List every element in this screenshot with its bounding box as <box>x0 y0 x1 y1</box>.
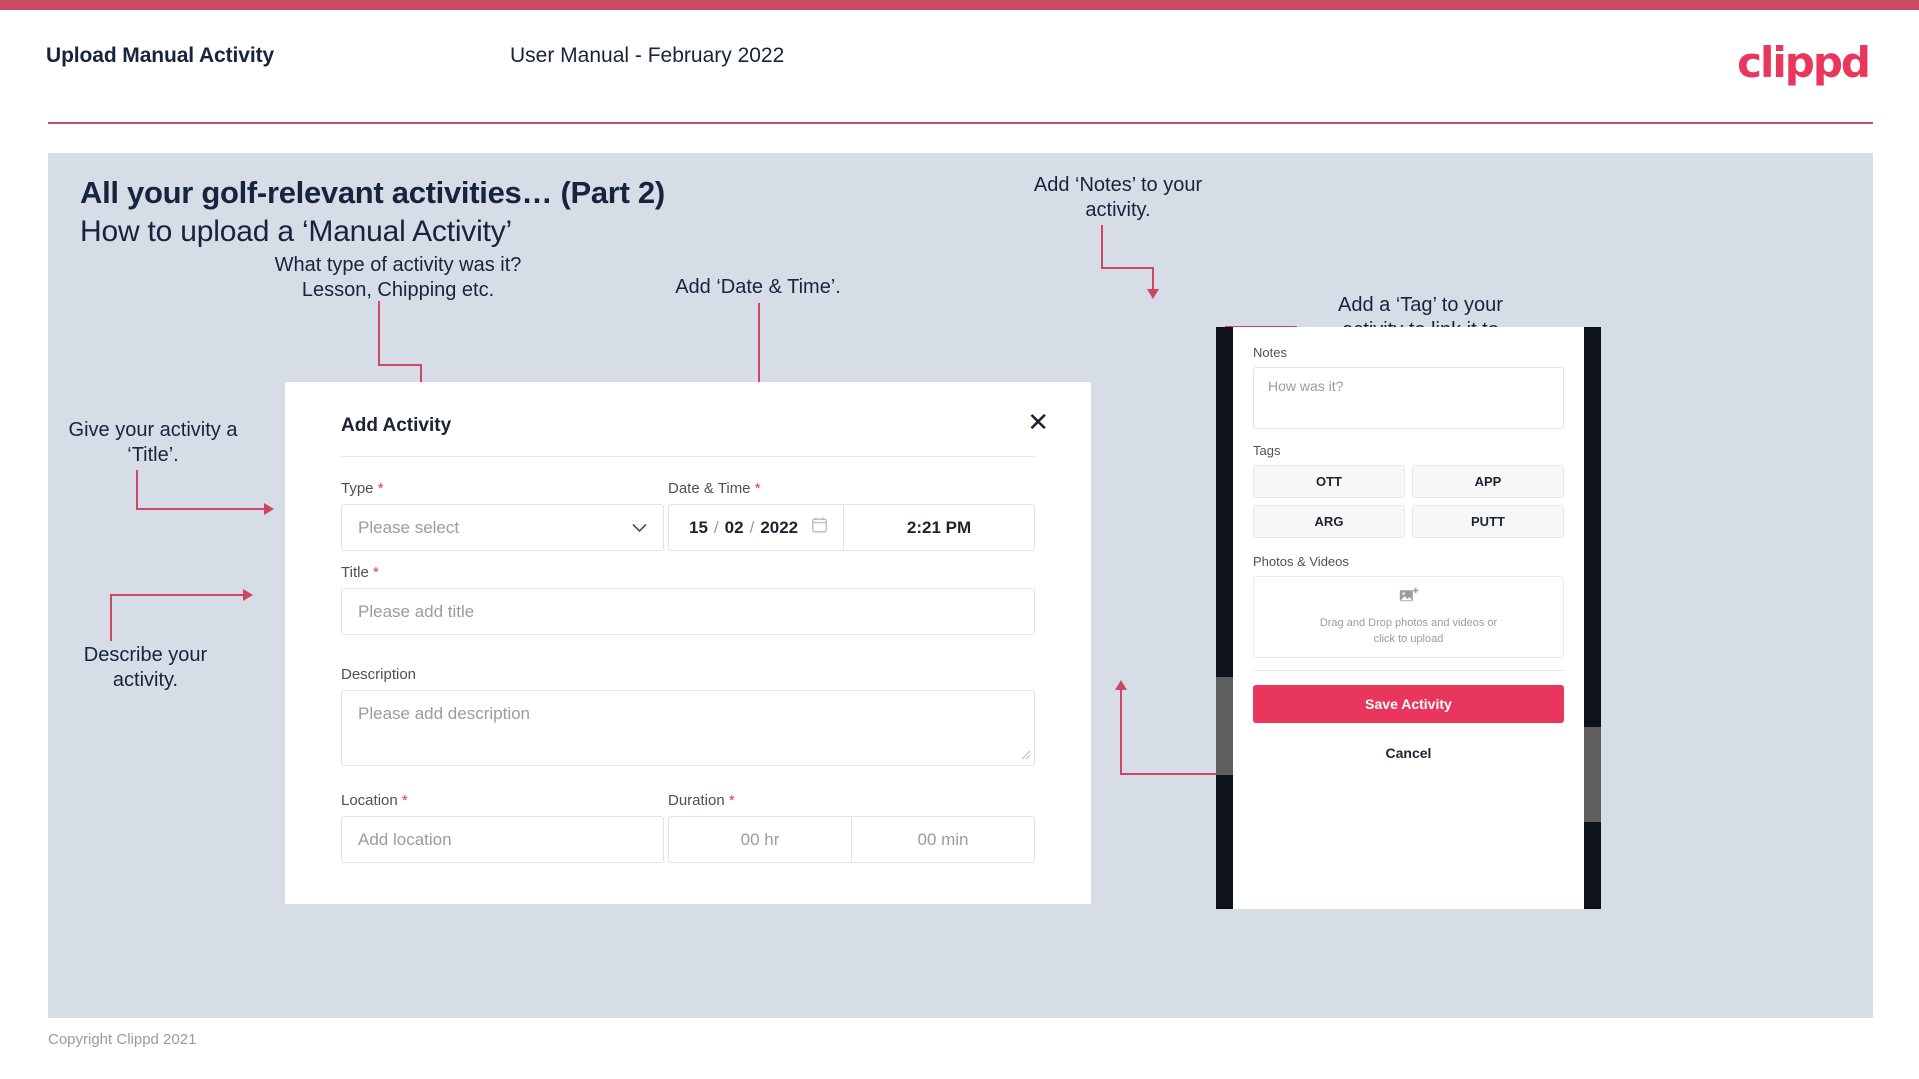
annotation-description: Describe your activity. <box>83 644 208 691</box>
phone-mockup: Notes How was it? Tags OTT APP ARG PUTT … <box>1216 327 1601 909</box>
type-placeholder: Please select <box>358 517 460 537</box>
datetime-label-text: Date & Time <box>668 480 751 497</box>
date-sep-2: / <box>749 517 755 537</box>
duration-label-text: Duration <box>668 792 725 809</box>
phone-bezel-left <box>1216 327 1233 909</box>
datetime-field[interactable]: 15 / 02 / 2022 2:21 PM <box>668 504 1035 551</box>
connector-type-h <box>378 364 422 366</box>
title-input[interactable]: Please add title <box>341 588 1035 635</box>
save-activity-button[interactable]: Save Activity <box>1253 685 1564 723</box>
page-title: Upload Manual Activity <box>46 44 275 67</box>
tag-app-button[interactable]: APP <box>1412 465 1564 498</box>
annotation-type: What type of activity was it? Lesson, Ch… <box>274 254 522 301</box>
notes-textarea[interactable]: How was it? <box>1253 367 1564 429</box>
type-required-marker: * <box>377 480 384 497</box>
tag-putt-button[interactable]: PUTT <box>1412 505 1564 538</box>
clippd-logo: clippd <box>1737 38 1871 87</box>
tag-ott-button[interactable]: OTT <box>1253 465 1405 498</box>
slide-title: All your golf-relevant activities… (Part… <box>80 175 665 210</box>
add-image-icon <box>1399 587 1419 610</box>
annotation-title: Give your activity a ‘Title’. <box>68 419 238 466</box>
photo-upload-dropzone[interactable]: Drag and Drop photos and videos or click… <box>1253 576 1564 658</box>
tags-label: Tags <box>1253 443 1281 458</box>
add-activity-dialog: Add Activity ✕ Type * Please select Date… <box>285 382 1091 904</box>
duration-label: Duration * <box>668 792 735 809</box>
duration-hours-input[interactable]: 00 hr <box>669 817 852 862</box>
location-required-marker: * <box>401 792 408 809</box>
top-accent-bar <box>0 0 1919 10</box>
connector-notes-v2 <box>1152 267 1154 291</box>
time-input[interactable]: 2:21 PM <box>844 505 1034 550</box>
type-label: Type * <box>341 480 384 497</box>
connector-desc-arrow <box>243 589 253 601</box>
duration-minutes-input[interactable]: 00 min <box>852 817 1034 862</box>
document-subtitle: User Manual - February 2022 <box>510 44 785 67</box>
resize-grip-icon[interactable] <box>1021 748 1031 763</box>
type-label-text: Type <box>341 480 374 497</box>
annotation-notes: Add ‘Notes’ to your activity. <box>1033 174 1203 221</box>
location-label-text: Location <box>341 792 398 809</box>
photos-videos-label: Photos & Videos <box>1253 554 1349 569</box>
power-button-right <box>1584 727 1601 822</box>
connector-save-v <box>1120 689 1122 775</box>
dialog-title: Add Activity <box>341 415 452 436</box>
chevron-down-icon <box>632 519 647 536</box>
title-label: Title * <box>341 564 379 581</box>
connector-notes-h <box>1101 267 1154 269</box>
title-label-text: Title <box>341 564 369 581</box>
connector-title-h <box>136 508 266 510</box>
phone-divider <box>1253 670 1564 671</box>
type-select[interactable]: Please select <box>341 504 664 551</box>
location-input[interactable]: Add location <box>341 816 664 863</box>
datetime-required-marker: * <box>754 480 761 497</box>
description-label: Description <box>341 666 417 683</box>
dialog-divider <box>341 456 1035 457</box>
duration-required-marker: * <box>728 792 735 809</box>
tags-grid: OTT APP ARG PUTT <box>1253 465 1564 538</box>
date-day: 15 <box>689 517 708 537</box>
calendar-icon[interactable] <box>812 517 827 538</box>
date-year: 2022 <box>760 517 799 537</box>
volume-button-left <box>1216 677 1233 775</box>
footer-copyright: Copyright Clippd 2021 <box>48 1031 197 1048</box>
title-required-marker: * <box>372 564 379 581</box>
date-sep-1: / <box>713 517 719 537</box>
connector-desc-v <box>110 595 112 641</box>
datetime-label: Date & Time * <box>668 480 761 497</box>
connector-notes-v1 <box>1101 225 1103 269</box>
annotation-datetime: Add ‘Date & Time’. <box>675 276 841 298</box>
date-month: 02 <box>724 517 744 537</box>
description-placeholder: Please add description <box>358 704 531 723</box>
phone-screen: Notes How was it? Tags OTT APP ARG PUTT … <box>1233 327 1584 909</box>
notes-placeholder: How was it? <box>1268 378 1344 394</box>
duration-field: 00 hr 00 min <box>668 816 1035 863</box>
notes-label: Notes <box>1253 345 1287 360</box>
slide-page: Upload Manual Activity User Manual - Feb… <box>0 0 1919 1079</box>
connector-save-arrow <box>1115 680 1127 690</box>
close-icon[interactable]: ✕ <box>1027 410 1049 436</box>
dropzone-text: Drag and Drop photos and videos or click… <box>1319 616 1498 645</box>
connector-title-v <box>136 470 138 510</box>
slide-subtitle: How to upload a ‘Manual Activity’ <box>80 215 512 248</box>
tag-arg-button[interactable]: ARG <box>1253 505 1405 538</box>
description-textarea[interactable]: Please add description <box>341 690 1035 766</box>
date-input[interactable]: 15 / 02 / 2022 <box>669 505 844 550</box>
header-divider <box>48 122 1873 124</box>
connector-notes-arrow <box>1147 289 1159 299</box>
connector-type-v1 <box>378 301 380 366</box>
connector-desc-h <box>110 594 245 596</box>
location-label: Location * <box>341 792 408 809</box>
title-placeholder: Please add title <box>358 601 475 621</box>
location-placeholder: Add location <box>358 829 452 849</box>
phone-bezel-right <box>1584 327 1601 909</box>
cancel-button[interactable]: Cancel <box>1253 745 1564 761</box>
connector-title-arrow <box>264 503 274 515</box>
